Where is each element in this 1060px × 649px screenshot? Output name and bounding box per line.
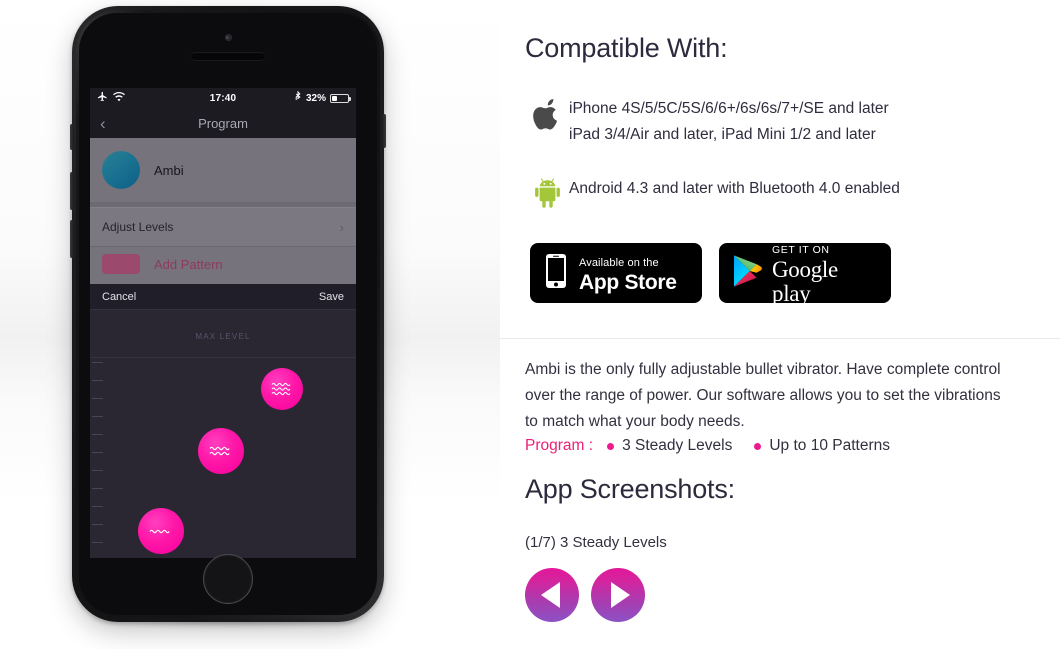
level-scale-ticks <box>90 358 104 558</box>
app-nav-bar: ‹ Program <box>90 108 356 138</box>
content-panel: Compatible With: iPhone 4S/5/5C/5S/6/6+/… <box>500 0 1060 649</box>
google-play-badge[interactable]: GET IT ON Google play <box>719 240 891 306</box>
adjust-levels-label: Adjust Levels <box>102 220 174 234</box>
level-slider-zone[interactable] <box>90 357 356 558</box>
android-compat-text: Android 4.3 and later with Bluetooth 4.0… <box>569 180 900 197</box>
phone-mockup-panel: 17:40 32% ‹ Program Ambi Adjust Levels ›… <box>0 0 500 649</box>
sheet-action-bar: Cancel Save <box>90 284 356 310</box>
phone-screen: 17:40 32% ‹ Program Ambi Adjust Levels ›… <box>90 88 356 558</box>
screenshot-caption: (1/7) 3 Steady Levels <box>525 534 667 551</box>
compat-apple-row: iPhone 4S/5/5C/5S/6/6+/6s/6s/7+/SE and l… <box>525 96 889 148</box>
next-glyph <box>611 582 630 608</box>
product-description: Ambi is the only fully adjustable bullet… <box>525 361 1001 430</box>
apple-logo-icon <box>525 96 569 132</box>
app-store-line2: App Store <box>579 270 677 294</box>
home-button[interactable] <box>203 554 253 604</box>
cancel-button[interactable]: Cancel <box>102 291 136 303</box>
bullet-dot-icon <box>607 442 615 450</box>
bluetooth-icon <box>294 90 302 106</box>
google-play-line1: GET IT ON <box>772 244 830 256</box>
earpiece-speaker <box>191 52 265 60</box>
program-features-line: Program : 3 Steady Levels Up to 10 Patte… <box>525 437 890 455</box>
android-logo-icon <box>525 176 569 208</box>
section-divider <box>500 338 1060 339</box>
app-store-line1: Available on the <box>579 256 659 269</box>
add-pattern-row[interactable]: Add Pattern <box>90 247 356 281</box>
power-button <box>382 114 386 148</box>
iphone-device-mockup: 17:40 32% ‹ Program Ambi Adjust Levels ›… <box>70 6 386 622</box>
ios-status-bar: 17:40 32% <box>90 88 356 108</box>
screenshots-heading: App Screenshots: <box>525 474 735 504</box>
app-store-badge[interactable]: Available on the App Store <box>530 243 702 303</box>
arrow-right-icon[interactable] <box>591 568 645 622</box>
battery-fill <box>332 95 338 101</box>
apple-compat-line1: iPhone 4S/5/5C/5S/6/6+/6s/6s/7+/SE and l… <box>569 100 889 117</box>
level-bubble-low[interactable] <box>138 508 184 554</box>
pattern-color-chip <box>102 254 140 274</box>
iphone-device-icon <box>544 253 568 294</box>
adjust-levels-sheet: Cancel Save MAX LEVEL <box>90 284 356 558</box>
store-badges: Available on the App Store GET IT ON Goo… <box>530 240 891 306</box>
bullet-dot-icon <box>754 442 762 450</box>
adjust-levels-row[interactable]: Adjust Levels › <box>90 207 356 247</box>
apple-compat-line2: iPad 3/4/Air and later, iPad Mini 1/2 an… <box>569 126 876 143</box>
level-bubble-mid[interactable] <box>198 428 244 474</box>
volume-up-button <box>70 172 74 210</box>
compatible-heading: Compatible With: <box>525 33 728 63</box>
app-store-text: Available on the App Store <box>579 253 677 294</box>
google-play-text: GET IT ON Google play <box>772 240 878 306</box>
screenshot-nav <box>525 568 645 622</box>
status-right-group: 32% <box>294 90 351 106</box>
compat-android-row: Android 4.3 and later with Bluetooth 4.0… <box>525 176 900 208</box>
program-label: Program : <box>525 437 594 454</box>
chevron-left-icon[interactable]: ‹ <box>100 115 106 132</box>
device-name-label: Ambi <box>154 162 184 178</box>
google-play-triangle-icon <box>732 254 762 293</box>
volume-down-button <box>70 220 74 258</box>
save-button[interactable]: Save <box>319 291 344 303</box>
prev-glyph <box>540 582 560 608</box>
level-bubble-high[interactable] <box>261 368 303 410</box>
avatar <box>102 151 140 189</box>
arrow-left-icon[interactable] <box>525 568 579 622</box>
add-pattern-label: Add Pattern <box>154 256 223 272</box>
program-feature-1: Up to 10 Patterns <box>769 437 890 454</box>
nav-title: Program <box>198 115 248 131</box>
page-root: 17:40 32% ‹ Program Ambi Adjust Levels ›… <box>0 0 1060 649</box>
google-play-line2-light: play <box>772 281 811 306</box>
program-feature-0: 3 Steady Levels <box>622 437 733 454</box>
apple-compat-text: iPhone 4S/5/5C/5S/6/6+/6s/6s/7+/SE and l… <box>569 96 889 148</box>
battery-icon <box>330 93 351 103</box>
google-play-line2-bold: Google <box>772 257 838 282</box>
device-row[interactable]: Ambi <box>90 138 356 202</box>
max-level-label: MAX LEVEL <box>195 332 251 341</box>
program-list: Ambi Adjust Levels › Add Pattern <box>90 138 356 302</box>
front-camera-icon <box>224 34 232 41</box>
battery-percent-label: 32% <box>305 92 326 104</box>
chevron-right-icon: › <box>339 219 344 235</box>
silent-switch <box>70 124 74 150</box>
